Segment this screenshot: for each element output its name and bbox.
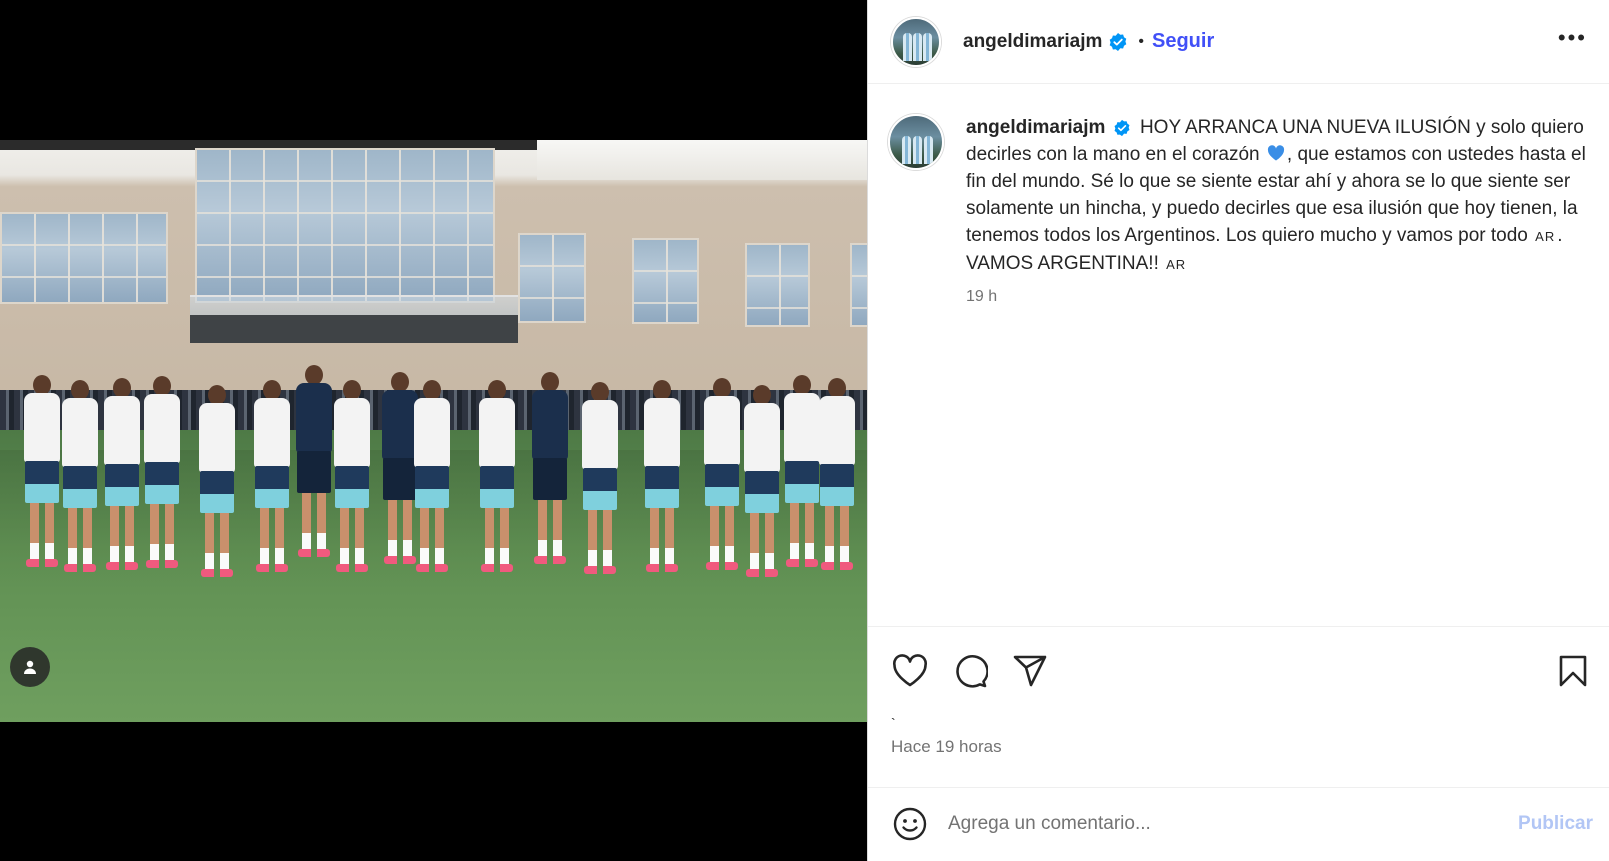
- caption-username[interactable]: angeldimariajm: [966, 117, 1105, 138]
- comment-box: Publicar: [868, 786, 1609, 861]
- sky: [537, 140, 867, 180]
- username-link[interactable]: angeldimariajm: [963, 31, 1102, 53]
- player: [475, 380, 519, 580]
- balcony: [190, 315, 518, 343]
- player: [578, 382, 622, 582]
- post-header: angeldimariajm • Seguir •••: [868, 0, 1609, 85]
- flag-emoji: AR: [1166, 257, 1187, 273]
- window: [195, 148, 495, 303]
- player: [58, 380, 102, 580]
- share-icon[interactable]: [1010, 651, 1050, 691]
- post-modal: angeldimariajm • Seguir ••• angeldimaria…: [0, 0, 1609, 861]
- follow-button[interactable]: Seguir: [1152, 30, 1214, 53]
- player: [740, 385, 784, 585]
- blue-heart-emoji: [1267, 142, 1285, 161]
- verified-icon: [1108, 32, 1128, 52]
- caption-avatar[interactable]: [888, 114, 944, 171]
- post-sidebar: angeldimariajm • Seguir ••• angeldimaria…: [867, 0, 1609, 861]
- window: [632, 238, 699, 324]
- verified-icon: [1113, 119, 1131, 137]
- player: [250, 380, 294, 580]
- window: [745, 243, 810, 327]
- coach: [528, 372, 572, 572]
- player: [815, 378, 859, 578]
- flag-emoji: AR: [1535, 229, 1556, 245]
- post-time-ago[interactable]: Hace 19 horas: [868, 737, 1609, 787]
- more-options-icon[interactable]: •••: [1558, 26, 1587, 57]
- publish-button[interactable]: Publicar: [1518, 813, 1593, 835]
- window: [850, 243, 867, 327]
- caption-section: angeldimariajm HOY ARRANCA UNA NUEVA ILU…: [868, 84, 1609, 625]
- window: [518, 233, 586, 323]
- player: [410, 380, 454, 580]
- likes-count[interactable]: `: [868, 715, 1609, 737]
- comment-icon[interactable]: [950, 651, 990, 691]
- avatar[interactable]: [891, 16, 941, 67]
- player: [700, 378, 744, 578]
- user-tag-icon[interactable]: [10, 647, 50, 687]
- comment-input[interactable]: [948, 813, 1519, 836]
- action-bar: [868, 625, 1609, 715]
- separator-dot: •: [1138, 32, 1144, 50]
- player: [330, 380, 374, 580]
- caption-timestamp[interactable]: 19 h: [966, 288, 1593, 306]
- caption-text: angeldimariajm HOY ARRANCA UNA NUEVA ILU…: [966, 114, 1593, 278]
- caption-body: angeldimariajm HOY ARRANCA UNA NUEVA ILU…: [966, 114, 1593, 625]
- player: [640, 380, 684, 580]
- player: [195, 385, 239, 585]
- post-media[interactable]: [0, 0, 867, 861]
- save-icon[interactable]: [1553, 651, 1593, 691]
- like-icon[interactable]: [890, 651, 930, 691]
- player: [100, 378, 144, 578]
- player: [140, 376, 184, 576]
- emoji-icon[interactable]: [890, 804, 930, 844]
- post-photo: [0, 140, 867, 722]
- window: [0, 212, 168, 304]
